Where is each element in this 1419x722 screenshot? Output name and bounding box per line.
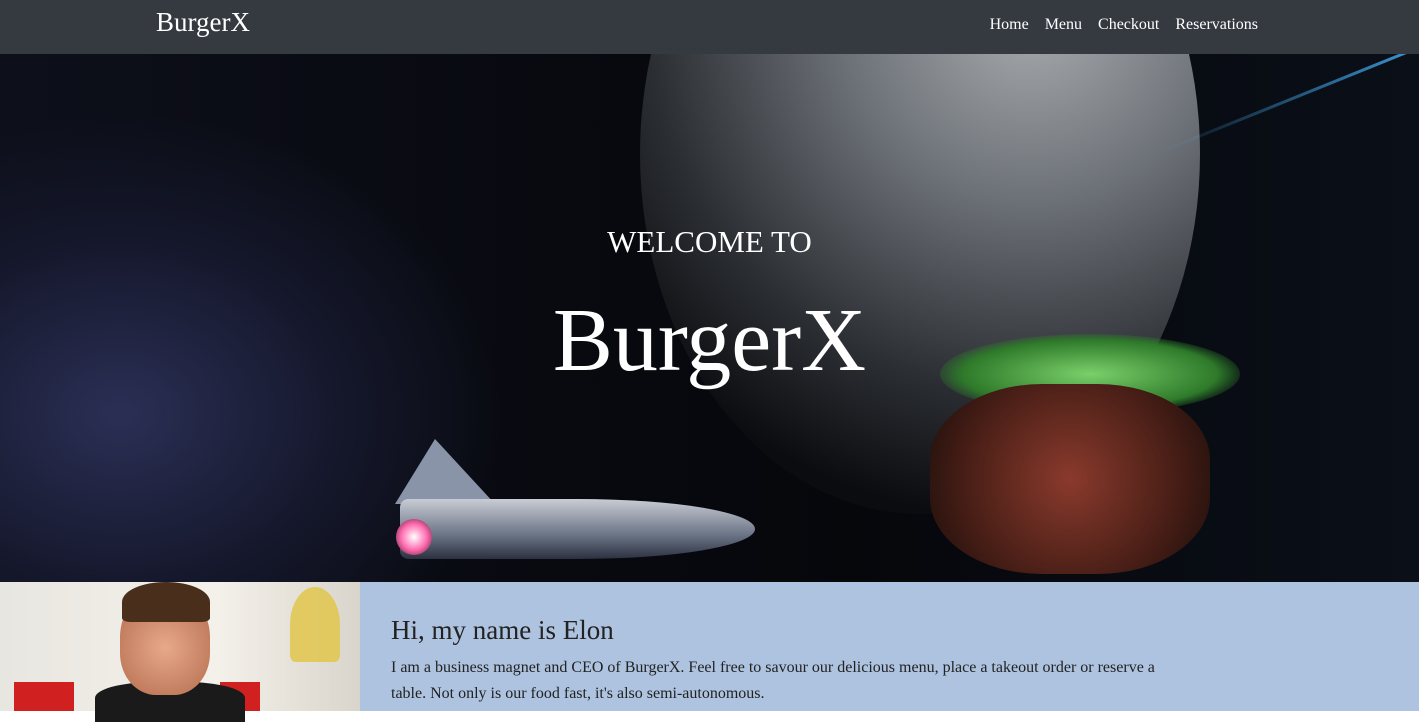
navbar: BurgerX Home Menu Checkout Reservations xyxy=(0,0,1419,54)
rocket-image xyxy=(400,499,755,559)
backdrop-logo xyxy=(14,682,74,711)
about-section: Hi, my name is Elon I am a business magn… xyxy=(0,582,1419,722)
elon-photo xyxy=(0,582,360,722)
rocket-fin xyxy=(395,439,495,504)
patty-image xyxy=(930,384,1210,574)
about-heading: Hi, my name is Elon xyxy=(391,615,614,645)
hero-title: BurgerX xyxy=(552,291,867,390)
rocket-engine xyxy=(396,519,432,555)
hero-welcome: WELCOME TO xyxy=(607,224,812,259)
about-text: I am a business magnet and CEO of Burger… xyxy=(391,659,1155,702)
nav-links: Home Menu Checkout Reservations xyxy=(990,16,1258,34)
nav-home[interactable]: Home xyxy=(990,16,1029,34)
nav-checkout[interactable]: Checkout xyxy=(1098,16,1159,34)
trophy-image xyxy=(290,587,340,662)
hero-banner: WELCOME TO BurgerX xyxy=(0,54,1419,582)
brand-link[interactable]: BurgerX xyxy=(156,7,250,38)
nav-menu[interactable]: Menu xyxy=(1045,16,1082,34)
hair xyxy=(122,582,210,622)
nav-reservations[interactable]: Reservations xyxy=(1175,16,1258,34)
